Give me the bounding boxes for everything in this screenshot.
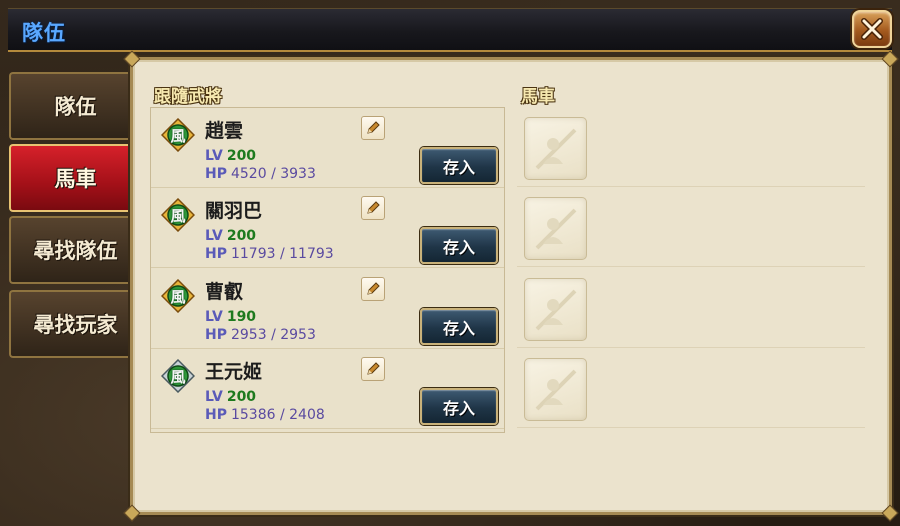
- follower-list: 風 趙雲 LV 200 HP 4520 / 3933 存入 風 關羽巴 LV 200 …: [150, 107, 505, 433]
- follower-row: 風 王元姬 LV 200 HP 15386 / 2408 存入: [151, 349, 504, 429]
- empty-portrait-icon: [535, 208, 577, 250]
- tab-team[interactable]: 隊伍: [9, 72, 140, 140]
- carriage-row: [517, 348, 865, 428]
- store-button[interactable]: 存入: [420, 388, 498, 425]
- follower-name: 王元姬: [205, 361, 263, 383]
- empty-portrait-icon: [535, 289, 577, 331]
- followers-heading: 跟隨武將: [154, 87, 222, 107]
- empty-portrait-icon: [535, 128, 577, 170]
- close-icon: [861, 18, 883, 40]
- window-title: 隊伍: [22, 21, 66, 45]
- close-button[interactable]: [852, 10, 892, 48]
- carriage-slot[interactable]: [524, 358, 587, 421]
- tab-find-team[interactable]: 尋找隊伍: [9, 216, 140, 284]
- follower-row: 風 曹叡 LV 190 HP 2953 / 2953 存入: [151, 269, 504, 349]
- main-panel: 跟隨武將 馬車 風 趙雲 LV 200 HP 4520 / 3933 存入 風 關羽…: [123, 50, 899, 522]
- follower-name: 關羽巴: [205, 200, 263, 222]
- carriage-slot[interactable]: [524, 117, 587, 180]
- pencil-icon: [367, 282, 380, 295]
- title-bar: 隊伍: [8, 8, 892, 52]
- wind-emblem-icon: 風: [160, 197, 196, 233]
- wind-emblem-icon: 風: [160, 278, 196, 314]
- carriage-heading: 馬車: [521, 87, 555, 107]
- follower-name: 趙雲: [205, 120, 244, 142]
- store-button[interactable]: 存入: [420, 147, 498, 184]
- follower-name: 曹叡: [205, 281, 244, 303]
- rename-button[interactable]: [361, 357, 385, 381]
- follower-hp: 11793 / 11793: [230, 246, 334, 262]
- wind-emblem-icon: 風: [160, 358, 196, 394]
- follower-level: 200: [226, 228, 257, 244]
- wind-emblem-icon: 風: [160, 117, 196, 153]
- carriage-row: [517, 107, 865, 187]
- follower-level: 200: [226, 389, 257, 405]
- rename-button[interactable]: [361, 277, 385, 301]
- carriage-slot[interactable]: [524, 278, 587, 341]
- follower-level: 190: [226, 309, 257, 325]
- pencil-icon: [367, 121, 380, 134]
- rename-button[interactable]: [361, 196, 385, 220]
- pencil-icon: [367, 362, 380, 375]
- empty-portrait-icon: [535, 369, 577, 411]
- follower-hp: 15386 / 2408: [230, 407, 325, 423]
- store-button[interactable]: 存入: [420, 308, 498, 345]
- tab-find-player[interactable]: 尋找玩家: [9, 290, 140, 358]
- follower-hp: 2953 / 2953: [230, 327, 316, 343]
- store-button[interactable]: 存入: [420, 227, 498, 264]
- tab-carriage[interactable]: 馬車: [9, 144, 140, 212]
- carriage-slot[interactable]: [524, 197, 587, 260]
- follower-row: 風 關羽巴 LV 200 HP 11793 / 11793 存入: [151, 188, 504, 268]
- follower-row: 風 趙雲 LV 200 HP 4520 / 3933 存入: [151, 108, 504, 188]
- follower-hp: 4520 / 3933: [230, 166, 316, 182]
- carriage-row: [517, 268, 865, 348]
- carriage-row: [517, 187, 865, 267]
- pencil-icon: [367, 201, 380, 214]
- rename-button[interactable]: [361, 116, 385, 140]
- follower-level: 200: [226, 148, 257, 164]
